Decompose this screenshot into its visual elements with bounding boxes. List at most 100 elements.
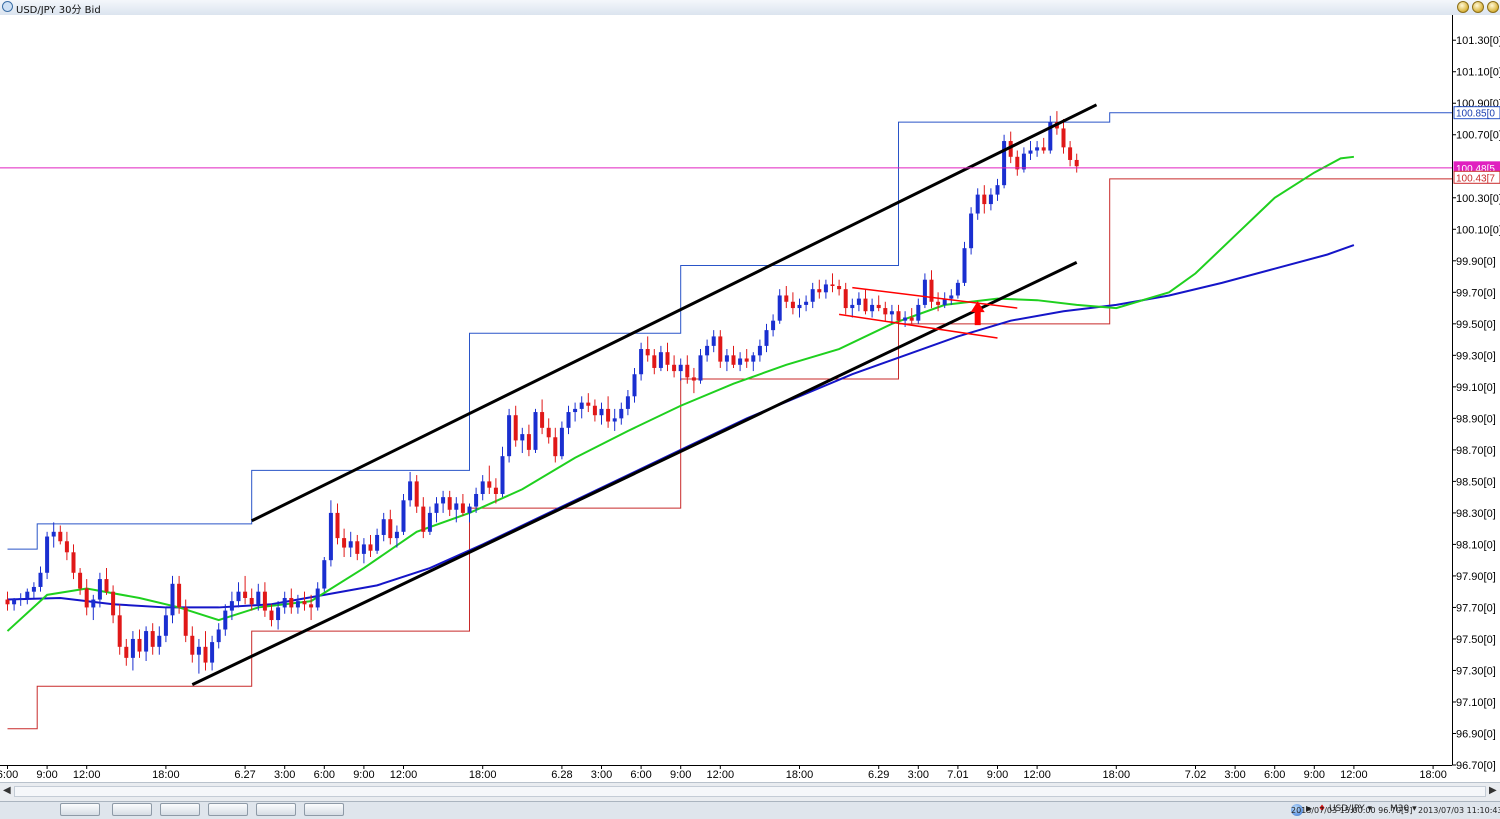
candle-body	[988, 194, 993, 205]
candle-body	[467, 506, 472, 513]
candle-body	[309, 604, 314, 608]
candle-body	[355, 541, 360, 554]
close-button[interactable]	[1487, 1, 1499, 13]
candle-body	[51, 531, 56, 537]
candle-body	[777, 295, 782, 321]
candle-body	[368, 544, 373, 551]
x-tick-label: 6.29	[868, 769, 889, 781]
x-tick-label: 6:00	[630, 769, 651, 781]
y-tick-label: 101.10[0]	[1456, 67, 1500, 79]
candle-body	[645, 349, 650, 356]
candle-body	[916, 304, 921, 321]
candle-body	[883, 308, 888, 315]
candle-body	[1021, 153, 1026, 170]
candle-body	[599, 408, 604, 416]
candle-body	[38, 572, 43, 587]
candle-body	[84, 588, 89, 608]
y-tick-label: 99.10[0]	[1456, 382, 1496, 394]
candle-body	[830, 284, 835, 287]
candle-body	[513, 415, 518, 441]
candle-body	[672, 364, 677, 372]
candle-body	[348, 541, 353, 548]
candle-body	[117, 615, 122, 647]
window-title: USD/JPY 30分 Bid	[16, 5, 101, 16]
candle-body	[566, 412, 571, 428]
candle-body	[78, 572, 83, 589]
x-tick-label: 18:00	[152, 769, 180, 781]
candle-body	[738, 358, 743, 365]
candle-body	[724, 355, 729, 362]
globe-icon	[2, 1, 13, 12]
candle-body	[375, 534, 380, 551]
status-clock: 2013/07/03 11:10:43	[1418, 806, 1500, 815]
y-tick-label: 100.70[0]	[1456, 130, 1500, 142]
candle-body	[652, 355, 657, 368]
candle-body	[909, 317, 914, 321]
scrollbar-thumb[interactable]	[14, 786, 1486, 797]
candle-body	[500, 456, 505, 494]
taskbar-button-2[interactable]	[112, 803, 152, 816]
y-tick-label: 100.10[0]	[1456, 224, 1500, 236]
candle-body	[295, 601, 300, 608]
candle-body	[658, 352, 663, 368]
horizontal-scrollbar[interactable]: ◀ ▶	[0, 782, 1500, 802]
x-tick-label: 3:00	[591, 769, 612, 781]
y-tick-label: 99.90[0]	[1456, 256, 1496, 268]
candle-body	[414, 481, 419, 507]
candle-body	[685, 364, 690, 378]
y-tick-label: 97.50[0]	[1456, 634, 1496, 646]
candle-body	[229, 601, 234, 611]
candle-body	[1061, 128, 1066, 148]
candle-body	[381, 519, 386, 535]
candle-body	[850, 304, 855, 309]
taskbar-button-3[interactable]	[160, 803, 200, 816]
candle-body	[790, 301, 795, 309]
candle-body	[843, 289, 848, 309]
candle-body	[975, 194, 980, 214]
candle-body	[276, 607, 281, 621]
minimize-button[interactable]	[1457, 1, 1469, 13]
candle-body	[454, 503, 459, 510]
candle-body	[889, 311, 894, 315]
candle-body	[480, 481, 485, 494]
candle-body	[441, 497, 446, 504]
candle-body	[955, 282, 960, 296]
candle-body	[507, 415, 512, 457]
candle-body	[64, 541, 69, 553]
scroll-right-icon[interactable]: ▶	[1489, 785, 1497, 796]
taskbar-button-4[interactable]	[208, 803, 248, 816]
candle-body	[243, 591, 248, 598]
x-tick-label: 6:00	[0, 769, 18, 781]
price-chart[interactable]: 101.30[0]101.10[0]100.90[0]100.70[0]100.…	[0, 15, 1500, 782]
x-tick-label: 6.27	[234, 769, 255, 781]
candle-body	[137, 638, 142, 652]
y-tick-label: 101.30[0]	[1456, 35, 1500, 47]
candle-body	[612, 418, 617, 422]
candle-body	[104, 579, 109, 592]
taskbar-button-1[interactable]	[60, 803, 100, 816]
x-tick-label: 9:00	[1304, 769, 1325, 781]
candle-body	[757, 345, 762, 356]
x-tick-label: 9:00	[353, 769, 374, 781]
candle-body	[546, 427, 551, 438]
maximize-button[interactable]	[1472, 1, 1484, 13]
y-tick-label: 98.30[0]	[1456, 508, 1496, 520]
candle-body	[302, 601, 307, 605]
y-tick-label: 99.70[0]	[1456, 287, 1496, 299]
scroll-left-icon[interactable]: ◀	[3, 785, 11, 796]
candle-body	[31, 586, 36, 592]
candle-body	[12, 599, 17, 605]
y-tick-label: 99.30[0]	[1456, 350, 1496, 362]
x-tick-label: 6:00	[1264, 769, 1285, 781]
taskbar-button-5[interactable]	[256, 803, 296, 816]
status-info: 2013/07/03 15:00:00 96.70[5]	[1291, 806, 1413, 815]
candle-body	[170, 583, 175, 616]
taskbar-button-6[interactable]	[304, 803, 344, 816]
candle-body	[124, 646, 129, 658]
candle-body	[447, 497, 452, 510]
candle-body	[771, 320, 776, 331]
candle-body	[837, 286, 842, 290]
candle-body	[533, 412, 538, 450]
candle-body	[982, 194, 987, 205]
candle-body	[236, 591, 241, 602]
